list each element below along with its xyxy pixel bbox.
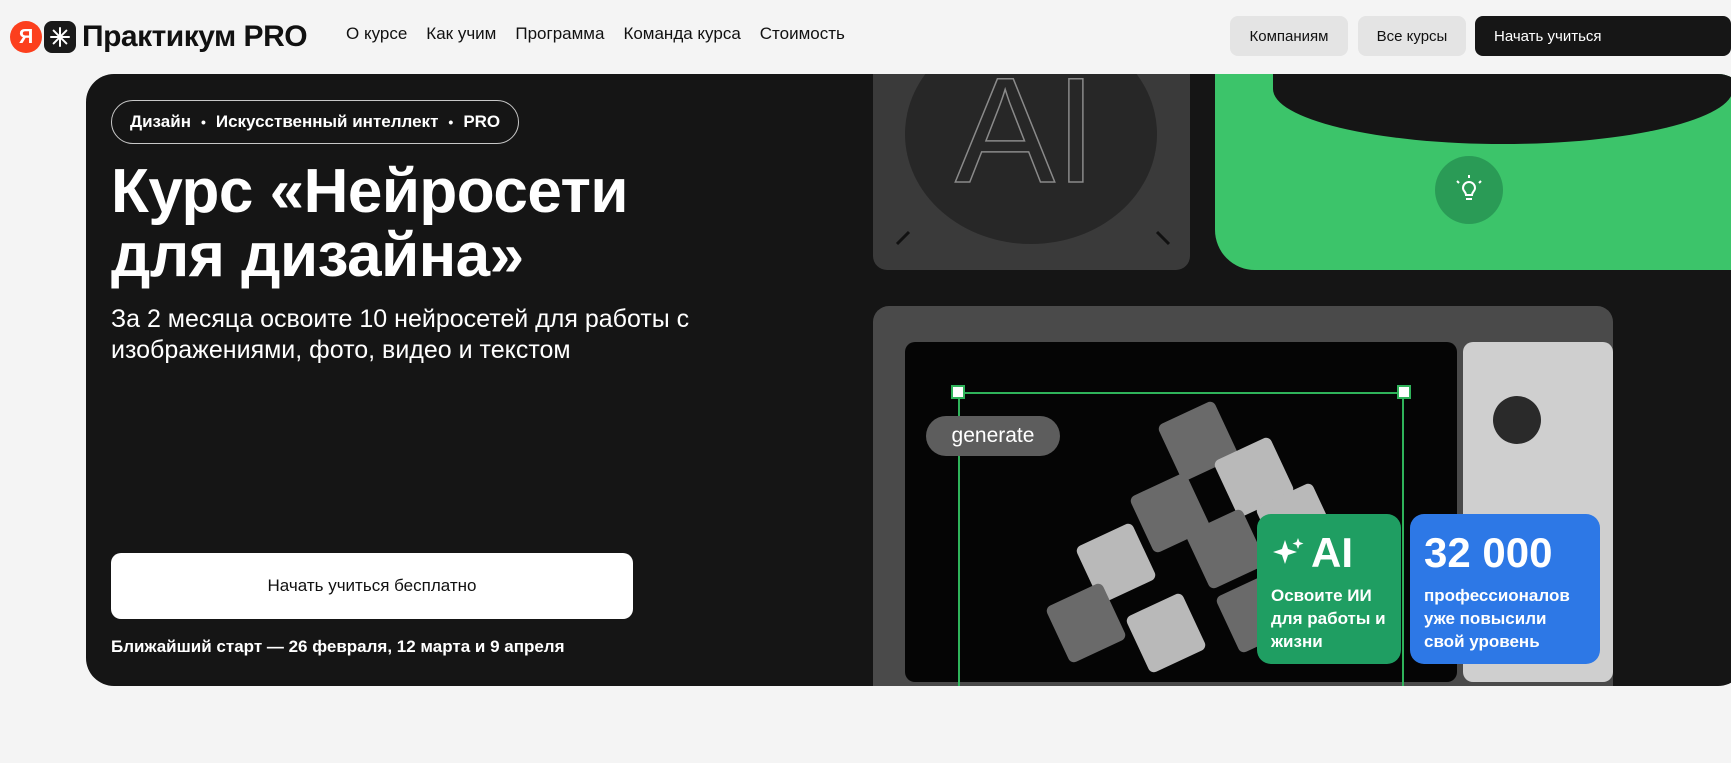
nav-about[interactable]: О курсе xyxy=(346,24,407,44)
course-tags: Дизайн • Искусственный интеллект • PRO xyxy=(111,100,520,144)
generate-label: generate xyxy=(926,416,1060,456)
page-subtitle: За 2 месяца освоите 10 нейросетей для ра… xyxy=(111,305,690,364)
logo[interactable]: Я Практикум PRO xyxy=(10,20,308,54)
selection-handle xyxy=(951,385,965,399)
ai-key-card: AI xyxy=(873,74,1190,270)
graduates-text: профессионалов уже повысили свой уровень xyxy=(1424,586,1570,651)
tag-separator: • xyxy=(448,114,454,130)
nav-program[interactable]: Программа xyxy=(515,24,604,44)
selection-handle xyxy=(1397,385,1411,399)
graduates-count: 32 000 xyxy=(1424,529,1553,576)
ai-letters-icon: AI xyxy=(954,74,1097,214)
ai-badge-title: AI xyxy=(1271,528,1387,578)
site-header: Я Практикум PRO О курсе Как учим Програм… xyxy=(0,0,1731,72)
start-free-button[interactable]: Начать учиться бесплатно xyxy=(111,553,633,619)
next-start-dates: Ближайший старт — 26 февраля, 12 марта и… xyxy=(111,637,565,656)
ai-badge-label: AI xyxy=(1311,529,1353,576)
start-learning-header-button[interactable]: Начать учиться xyxy=(1475,16,1731,56)
sparkle-icon xyxy=(1273,538,1304,564)
ai-badge-text: Освоите ИИ для работы и жизни xyxy=(1271,586,1386,651)
hero-illustration: AI generate AI Освоите ИИ для работы и ж… xyxy=(873,74,1731,686)
nav-team[interactable]: Команда курса xyxy=(623,24,740,44)
svg-text:AI: AI xyxy=(955,74,1097,214)
all-courses-button[interactable]: Все курсы xyxy=(1358,16,1466,56)
device-knob xyxy=(1493,396,1541,444)
ai-badge: AI Освоите ИИ для работы и жизни xyxy=(1257,514,1401,664)
lightbulb-icon xyxy=(1435,156,1503,224)
tag-pro: PRO xyxy=(463,112,501,131)
companies-button[interactable]: Компаниям xyxy=(1230,16,1348,56)
page-title: Курс «Нейросети для дизайна» xyxy=(111,157,629,290)
tag-ai: Искусственный интеллект xyxy=(215,112,439,131)
hero-section: Дизайн • Искусственный интеллект • PRO К… xyxy=(86,74,1731,686)
practicum-star-icon xyxy=(44,21,76,53)
tag-design: Дизайн xyxy=(130,112,191,131)
nav-price[interactable]: Стоимость xyxy=(760,24,845,44)
tag-separator: • xyxy=(200,114,206,130)
logo-text: Практикум PRO xyxy=(82,20,308,53)
nav-how-we-teach[interactable]: Как учим xyxy=(426,24,496,44)
yandex-logo-icon: Я xyxy=(10,21,42,53)
graduates-badge: 32 000 профессионалов уже повысили свой … xyxy=(1410,514,1600,664)
key-corner-marks xyxy=(895,230,1171,246)
main-nav: О курсе Как учим Программа Команда курса… xyxy=(346,24,845,44)
